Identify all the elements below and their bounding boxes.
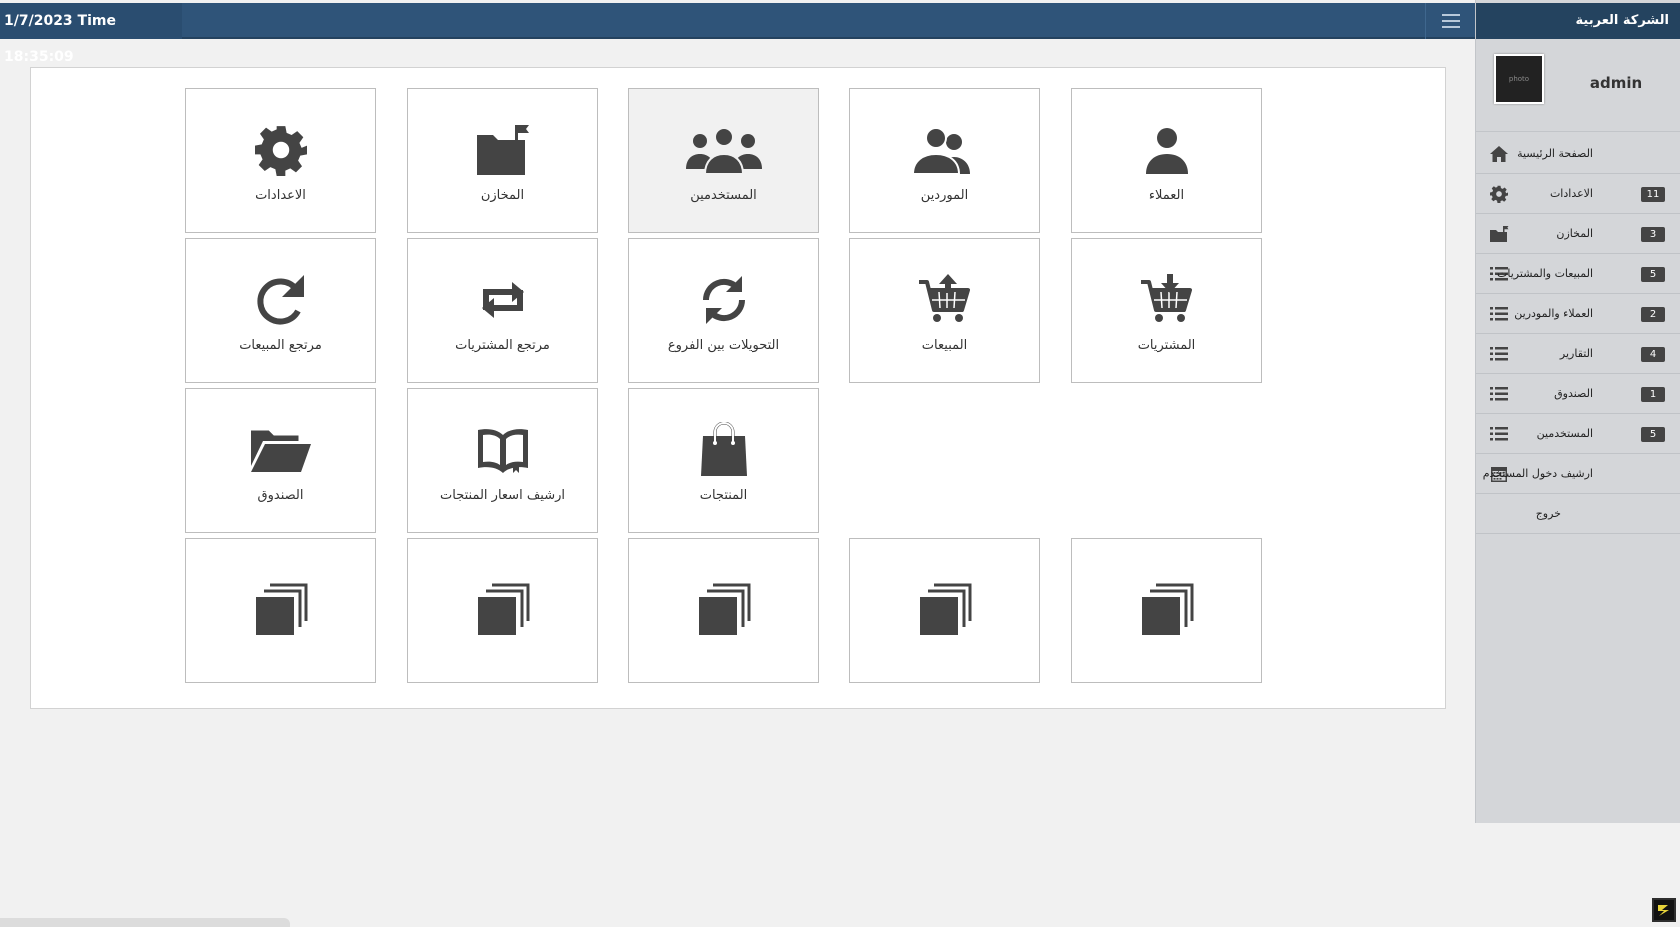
sidebar-item-cashbox[interactable]: الصندوق 1 bbox=[1476, 374, 1680, 414]
count-badge: 4 bbox=[1641, 347, 1665, 362]
folder-flag-icon bbox=[1489, 224, 1509, 244]
user-profile: photo admin bbox=[1476, 44, 1680, 132]
tile-label: المشتريات bbox=[1137, 338, 1196, 353]
tile-cashbox[interactable]: الصندوق bbox=[185, 388, 376, 533]
tile-purchases[interactable]: المشتريات bbox=[1071, 238, 1262, 383]
list-icon bbox=[1489, 304, 1509, 324]
tile-label: الموردين bbox=[920, 188, 969, 203]
tile-purchase-returns[interactable]: مرتجع المشتريات bbox=[407, 238, 598, 383]
tile-placeholder[interactable] bbox=[849, 538, 1040, 683]
open-book-icon bbox=[408, 423, 597, 477]
sidebar-item-logout[interactable]: خروج bbox=[1476, 494, 1680, 534]
home-icon bbox=[1489, 144, 1509, 164]
tile-label: المخازن bbox=[480, 188, 525, 203]
sidebar-item-customers-suppliers[interactable]: العملاء والمودرين 2 bbox=[1476, 294, 1680, 334]
username: admin bbox=[1589, 74, 1643, 92]
tile-label: ارشيف اسعار المنتجات bbox=[440, 488, 565, 503]
sidebar-item-label: المبيعات والمشتريات bbox=[1497, 267, 1593, 280]
tile-label: التحويلات بين الفروع bbox=[667, 338, 780, 353]
top-bar: 1/7/2023 Time 18:35:09 bbox=[0, 3, 1475, 65]
retweet-icon bbox=[408, 273, 597, 327]
tile-users[interactable]: المستخدمين bbox=[628, 88, 819, 233]
tile-products[interactable]: المنتجات bbox=[628, 388, 819, 533]
sidebar-item-label: المستخدمين bbox=[1536, 427, 1593, 440]
sidebar-item-label: خروج bbox=[1535, 507, 1561, 520]
user-icon bbox=[1072, 123, 1261, 177]
sidebar-item-label: المخازن bbox=[1556, 227, 1593, 240]
tile-label: المنتجات bbox=[699, 488, 748, 503]
sidebar-item-label: العملاء والمودرين bbox=[1514, 307, 1593, 320]
list-icon bbox=[1489, 424, 1509, 444]
tile-sales[interactable]: المبيعات bbox=[849, 238, 1040, 383]
tile-settings[interactable]: الاعدادات bbox=[185, 88, 376, 233]
gear-icon bbox=[186, 123, 375, 177]
sidebar-item-warehouses[interactable]: المخازن 3 bbox=[1476, 214, 1680, 254]
tile-branch-transfers[interactable]: التحويلات بين الفروع bbox=[628, 238, 819, 383]
avatar: photo bbox=[1494, 54, 1544, 104]
list-icon bbox=[1489, 344, 1509, 364]
stacked-copies-icon bbox=[186, 583, 375, 637]
count-badge: 2 bbox=[1641, 307, 1665, 322]
sidebar-item-label: التقارير bbox=[1559, 347, 1593, 360]
tile-label: الصندوق bbox=[257, 488, 304, 503]
sidebar-item-settings[interactable]: الاعدادات 11 bbox=[1476, 174, 1680, 214]
count-badge: 11 bbox=[1641, 187, 1665, 202]
datetime-display: 1/7/2023 Time 18:35:09 bbox=[0, 3, 182, 65]
tile-label: الاعدادات bbox=[255, 188, 306, 203]
tile-label: مرتجع المبيعات bbox=[239, 338, 322, 353]
tile-label: المبيعات bbox=[921, 338, 968, 353]
tile-label: المستخدمين bbox=[690, 188, 757, 203]
count-badge: 5 bbox=[1641, 427, 1665, 442]
tile-placeholder[interactable] bbox=[407, 538, 598, 683]
list-icon bbox=[1489, 384, 1509, 404]
tile-label: العملاء bbox=[1148, 188, 1185, 203]
users-group-icon bbox=[629, 123, 818, 177]
count-badge: 5 bbox=[1641, 267, 1665, 282]
count-badge: 3 bbox=[1641, 227, 1665, 242]
company-name: الشركة العربية bbox=[1476, 3, 1680, 39]
tile-placeholder[interactable] bbox=[628, 538, 819, 683]
horizontal-scrollbar[interactable] bbox=[0, 918, 290, 927]
sidebar-item-label: ارشيف دخول المستخدم bbox=[1482, 467, 1593, 480]
cart-upload-icon bbox=[850, 273, 1039, 327]
tile-label: مرتجع المشتريات bbox=[455, 338, 550, 353]
user-pair-icon bbox=[850, 123, 1039, 177]
sidebar-item-sales-purchases[interactable]: المبيعات والمشتريات 5 bbox=[1476, 254, 1680, 294]
sidebar: الشركة العربية photo admin الصفحة الرئيس… bbox=[1475, 0, 1680, 823]
sidebar-item-login-archive[interactable]: ارشيف دخول المستخدم bbox=[1476, 454, 1680, 494]
redo-icon bbox=[186, 273, 375, 327]
sidebar-item-label: الصفحة الرئيسية bbox=[1517, 147, 1593, 160]
tile-warehouses[interactable]: المخازن bbox=[407, 88, 598, 233]
stacked-copies-icon bbox=[850, 583, 1039, 637]
stacked-copies-icon bbox=[629, 583, 818, 637]
sidebar-item-label: الاعدادات bbox=[1549, 187, 1593, 200]
sidebar-nav: الصفحة الرئيسية الاعدادات 11 المخازن 3 ا… bbox=[1476, 134, 1680, 534]
dashboard-panel: العملاء الموردين المستخدمين المخازن الاع… bbox=[30, 67, 1446, 709]
menu-toggle-button[interactable] bbox=[1425, 3, 1475, 39]
sidebar-item-home[interactable]: الصفحة الرئيسية bbox=[1476, 134, 1680, 174]
refresh-cycle-icon bbox=[629, 273, 818, 327]
shopping-bag-icon bbox=[629, 422, 818, 477]
tile-placeholder[interactable] bbox=[185, 538, 376, 683]
open-folder-icon bbox=[186, 423, 375, 477]
folder-flag-icon bbox=[408, 123, 597, 177]
cart-download-icon bbox=[1072, 273, 1261, 327]
avatar-placeholder-text: photo bbox=[1508, 75, 1530, 83]
corner-widget-icon[interactable] bbox=[1652, 898, 1676, 922]
tile-price-archive[interactable]: ارشيف اسعار المنتجات bbox=[407, 388, 598, 533]
sidebar-item-users[interactable]: المستخدمين 5 bbox=[1476, 414, 1680, 454]
sidebar-item-reports[interactable]: التقارير 4 bbox=[1476, 334, 1680, 374]
tile-customers[interactable]: العملاء bbox=[1071, 88, 1262, 233]
tile-suppliers[interactable]: الموردين bbox=[849, 88, 1040, 233]
stacked-copies-icon bbox=[408, 583, 597, 637]
gear-icon bbox=[1489, 184, 1509, 204]
stacked-copies-icon bbox=[1072, 583, 1261, 637]
hamburger-icon bbox=[1441, 14, 1460, 28]
tile-sales-returns[interactable]: مرتجع المبيعات bbox=[185, 238, 376, 383]
tile-placeholder[interactable] bbox=[1071, 538, 1262, 683]
sidebar-item-label: الصندوق bbox=[1554, 387, 1593, 400]
count-badge: 1 bbox=[1641, 387, 1665, 402]
